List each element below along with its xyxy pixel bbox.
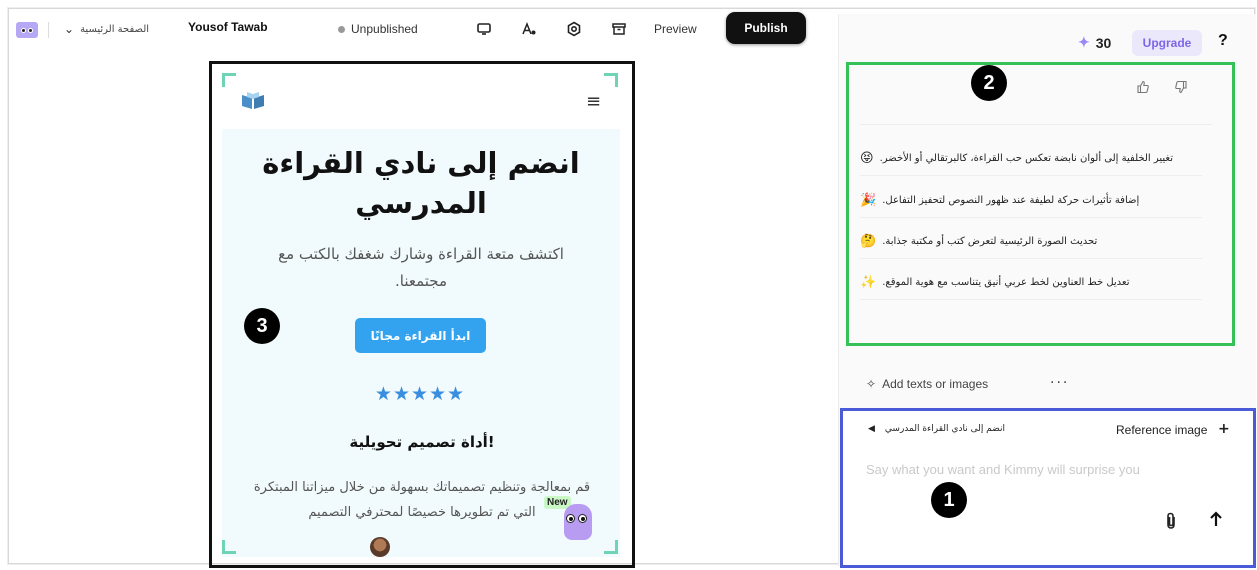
thumbs-down-icon[interactable] (1174, 80, 1188, 98)
frame-corner (222, 540, 236, 554)
prompt-input[interactable] (866, 462, 1216, 477)
project-owner-name: Yousof Tawab (188, 20, 268, 34)
reference-crumb[interactable]: ◀ انضم إلى نادي القراءة المدرسي (868, 424, 1005, 434)
avatar (370, 537, 390, 557)
send-icon[interactable] (1208, 510, 1224, 533)
suggestion-emoji: 😝 (860, 151, 874, 166)
settings-icon[interactable] (565, 20, 583, 38)
app-logo-icon[interactable] (16, 22, 38, 38)
status-dot-icon (338, 25, 345, 33)
suggestions-divider (860, 124, 1212, 125)
suggestion-text: .تحديث الصورة الرئيسية لتعرض كتب أو مكتب… (882, 236, 1098, 247)
suggestion-text: .إضافة تأثيرات حركة لطيفة عند ظهور النصو… (882, 195, 1140, 206)
mascot-icon[interactable] (564, 504, 592, 540)
text-style-icon[interactable] (520, 20, 538, 38)
plus-icon[interactable]: + (1218, 421, 1230, 437)
site-navbar (222, 73, 620, 129)
mascot-eye (566, 514, 575, 523)
more-options-button[interactable]: ··· (1050, 375, 1069, 391)
suggestion-item[interactable]: 🤔 .تحديث الصورة الرئيسية لتعرض كتب أو مك… (860, 225, 1202, 259)
desktop-icon[interactable] (475, 20, 493, 38)
start-reading-button[interactable]: ابدأ القراءة مجانًا (355, 318, 486, 353)
thumbs-up-icon[interactable] (1136, 80, 1150, 98)
archive-icon[interactable] (610, 20, 628, 38)
caret-left-icon: ◀ (868, 424, 875, 434)
rating-stars: ★★★★★ (374, 383, 466, 405)
credits-counter: ✦ 30 (1078, 34, 1111, 51)
step-marker-3: 3 (244, 308, 280, 344)
hero-title: انضم إلى نادي القراءة المدرسي (262, 146, 580, 220)
suggestion-item[interactable]: 😝 .تغيير الخلفية إلى ألوان نابضة تعكس حب… (860, 142, 1202, 176)
mascot-eye (578, 514, 587, 523)
suggestion-emoji: 🎉 (860, 193, 877, 208)
page-name: الصفحة الرئيسية (80, 23, 150, 35)
suggestion-item[interactable]: 🎉 .إضافة تأثيرات حركة لطيفة عند ظهور الن… (860, 184, 1202, 218)
help-button[interactable]: ? (1218, 32, 1228, 50)
suggestion-item[interactable]: ✨ .تعديل خط العناوين لخط عربي أنيق يتناس… (860, 266, 1202, 300)
preview-button[interactable]: Preview (654, 22, 697, 36)
step-marker-1: 1 (931, 482, 967, 518)
attach-icon[interactable] (1164, 512, 1178, 534)
reference-image-button[interactable]: Reference image (1116, 423, 1207, 437)
add-texts-label: Add texts or images (882, 377, 989, 391)
suggestion-text: .تغيير الخلفية إلى ألوان نابضة تعكس حب ا… (879, 153, 1173, 164)
sparkle-icon: ✧ (866, 377, 877, 391)
chevron-down-icon: ⌄ (64, 22, 75, 36)
feature-title: !أداة تصميم تحويلية (349, 433, 495, 451)
suggestion-emoji: 🤔 (860, 234, 877, 249)
suggestion-emoji: ✨ (860, 275, 877, 290)
hero-subtitle: اكتشف متعة القراءة وشارك شغفك بالكتب مع … (278, 245, 564, 290)
reference-crumb-label: انضم إلى نادي القراءة المدرسي (884, 424, 1005, 434)
credits-value: 30 (1095, 34, 1112, 51)
step-marker-2: 2 (971, 65, 1007, 101)
add-texts-button[interactable]: ✧ Add texts or images (866, 377, 988, 391)
frame-corner (604, 540, 618, 554)
sparkle-icon: ✦ (1078, 34, 1090, 50)
book-icon (240, 89, 266, 111)
frame-corner (604, 73, 618, 87)
publish-status: Unpublished (338, 22, 418, 36)
page-selector[interactable]: ⌄ الصفحة الرئيسية (64, 22, 149, 36)
menu-icon[interactable]: ≡ (586, 91, 601, 112)
upgrade-button[interactable]: Upgrade (1132, 30, 1202, 56)
feature-description: قم بمعالجة وتنظيم تصميماتك بسهولة من خلا… (253, 480, 591, 520)
status-label: Unpublished (351, 22, 418, 36)
publish-button[interactable]: Publish (726, 12, 806, 44)
suggestion-text: .تعديل خط العناوين لخط عربي أنيق يتناسب … (882, 277, 1130, 288)
frame-corner (222, 73, 236, 87)
site-preview[interactable]: ≡ انضم إلى نادي القراءة المدرسي اكتشف مت… (222, 73, 620, 557)
header-divider (48, 22, 49, 38)
